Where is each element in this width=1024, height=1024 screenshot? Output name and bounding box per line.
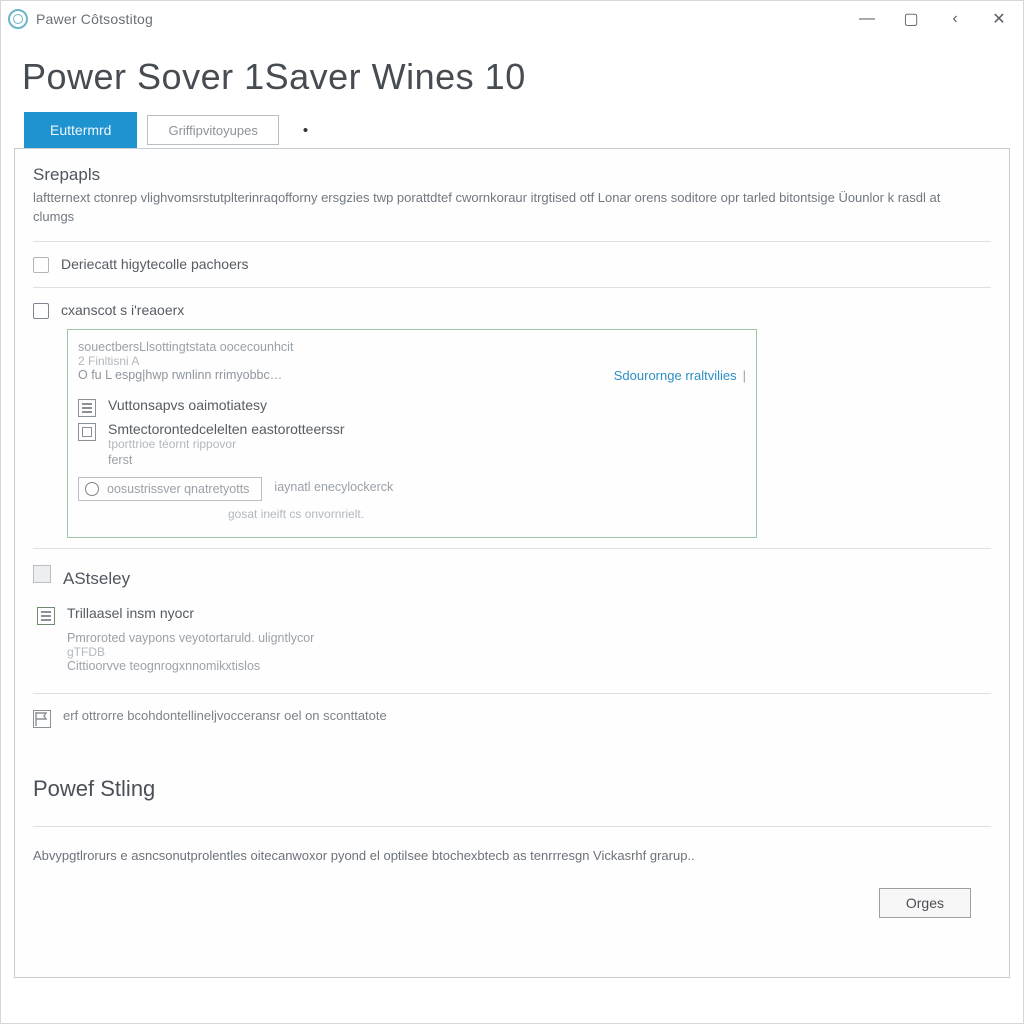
titlebar: Pawer Côtsostitog — ▢ ‹ ✕: [0, 0, 1024, 38]
divider: [33, 826, 991, 827]
confirm-button[interactable]: Orges: [879, 888, 971, 918]
close-button[interactable]: ✕: [990, 10, 1008, 28]
chip-option[interactable]: oosustrissver qnatretyotts: [78, 477, 262, 501]
pipe-icon: |: [743, 368, 746, 383]
checkbox-icon[interactable]: [33, 303, 49, 319]
row-desc: gTFDB: [67, 645, 991, 659]
row-desc: Pmroroted vaypons veyotortaruld. uligntl…: [67, 631, 991, 645]
option-label: cxanscot s i'reaoerx: [61, 302, 184, 318]
flag-icon: [33, 710, 51, 728]
group-label: Vuttonsapvs oaimotiatesy: [108, 397, 267, 413]
dot-icon: •: [303, 122, 308, 139]
content-panel: Srepapls laftternext ctonrep vlighvomsrs…: [14, 148, 1010, 978]
app-window: Pawer Côtsostitog — ▢ ‹ ✕ Power Sover 1S…: [0, 0, 1024, 1024]
chip-label: oosustrissver qnatretyotts: [107, 482, 249, 496]
window-title: Pawer Côtsostitog: [36, 11, 153, 27]
highlight-group: souectbersLlsottingtstata oocecounhcit 2…: [67, 329, 757, 538]
group-label: Smtectorontedcelelten eastorotteerssr: [108, 421, 345, 437]
group-row-2[interactable]: Smtectorontedcelelten eastorotteerssr tp…: [78, 419, 746, 453]
checkbox-icon[interactable]: [33, 257, 49, 273]
tab-bar: Euttermrd Griffipvitoyupes •: [0, 112, 1024, 148]
footer: Orges: [33, 880, 991, 918]
section-icon: [33, 565, 51, 583]
section-astseley: AStseley: [33, 557, 991, 599]
sub-text: 2 Finltisni A: [78, 354, 746, 368]
sub-text: O fu L espg|hwp rwnlinn rrimyobbc…: [78, 368, 282, 382]
divider: [33, 693, 991, 694]
astseley-row-1[interactable]: Trillaasel insm nyocr: [33, 599, 991, 631]
link-settings[interactable]: Sdourornge rraltvilies: [614, 368, 737, 383]
section-desc-intro: laftternext ctonrep vlighvomsrstutplteri…: [33, 189, 973, 227]
section-title: AStseley: [63, 569, 130, 589]
group-sub: ferst: [108, 453, 746, 467]
tab-primary[interactable]: Euttermrd: [24, 112, 137, 148]
group-sublabel: tporttrioe téornt rippovor: [108, 437, 345, 451]
app-icon: [8, 9, 28, 29]
divider: [33, 287, 991, 288]
astseley-row-2[interactable]: erf ottrorre bcohdontellineljvocceransr …: [33, 702, 991, 734]
list-icon: [37, 607, 55, 625]
row-desc: Cittioorvve teognrogxnnomikxtislos: [67, 659, 991, 673]
divider: [33, 241, 991, 242]
maximize-button[interactable]: ▢: [902, 10, 920, 28]
window-controls: — ▢ ‹ ✕: [858, 10, 1018, 28]
tab-secondary[interactable]: Griffipvitoyupes: [147, 115, 278, 145]
row-label: Trillaasel insm nyocr: [67, 605, 194, 621]
option-row-1[interactable]: Deriecatt higytecolle pachoers: [33, 250, 991, 279]
document-icon: [78, 423, 96, 441]
section-title-intro: Srepapls: [33, 165, 991, 185]
group-row-1[interactable]: Vuttonsapvs oaimotiatesy: [78, 395, 746, 419]
sub-text: souectbersLlsottingtstata oocecounhcit: [78, 340, 746, 354]
chip-side-label: iaynatl enecylockerck: [274, 480, 393, 494]
back-button[interactable]: ‹: [946, 10, 964, 28]
list-icon: [78, 399, 96, 417]
power-desc: Abvypgtlrorurs e asncsonutprolentles oit…: [33, 847, 973, 866]
chip-under-label: gosat ineift cs onvornrielt.: [228, 507, 746, 521]
section-title-power: Powef Stling: [33, 776, 991, 802]
page-title: Power Sover 1Saver Wines 10: [0, 38, 1024, 112]
row-label: erf ottrorre bcohdontellineljvocceransr …: [63, 708, 387, 723]
minimize-button[interactable]: —: [858, 10, 876, 28]
radio-icon: [85, 482, 99, 496]
divider: [33, 548, 991, 549]
option-row-2[interactable]: cxanscot s i'reaoerx: [33, 296, 991, 325]
option-label: Deriecatt higytecolle pachoers: [61, 256, 249, 272]
